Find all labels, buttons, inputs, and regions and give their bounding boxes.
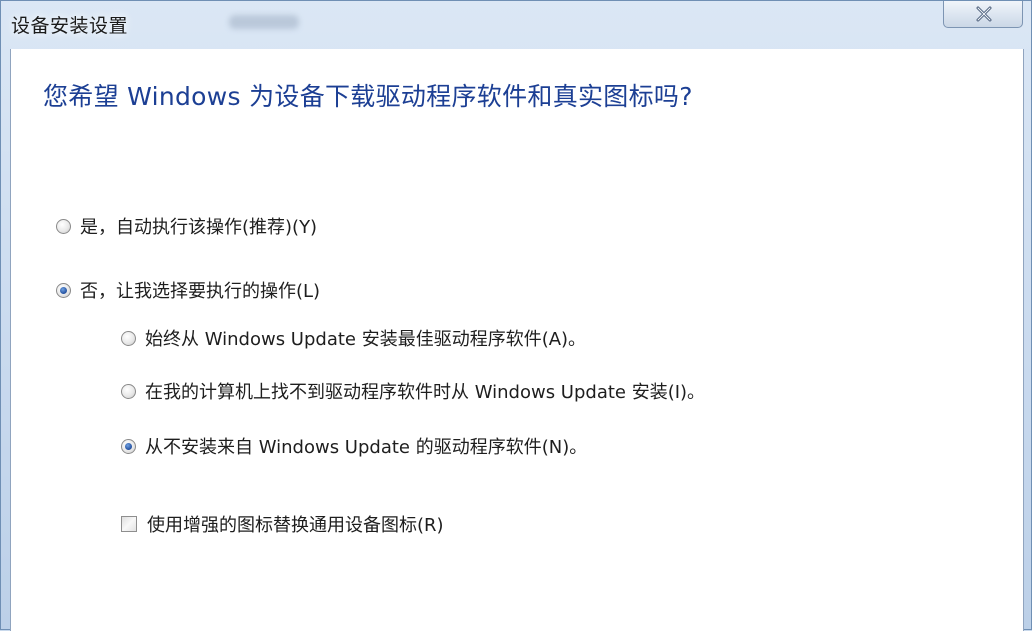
close-button[interactable] [943, 1, 1023, 28]
option-yes-label: 是，自动执行该操作(推荐)(Y) [80, 217, 318, 238]
dialog-window: 设备安装设置 您希望 Windows 为设备下载驱动程序软件和真实图标吗? 是，… [0, 0, 1032, 631]
dialog-content: 您希望 Windows 为设备下载驱动程序软件和真实图标吗? 是，自动执行该操作… [10, 49, 1024, 631]
close-icon [976, 6, 992, 22]
suboption-fallback-label: 在我的计算机上找不到驱动程序软件时从 Windows Update 安装(I)。 [145, 382, 706, 403]
radio-button[interactable] [56, 218, 71, 234]
suboption-always-label: 始终从 Windows Update 安装最佳驱动程序软件(A)。 [145, 329, 587, 350]
enhanced-icons-checkbox[interactable]: 使用增强的图标替换通用设备图标(R) [121, 511, 444, 537]
radio-button-selected[interactable] [56, 282, 71, 298]
suboption-never-radio[interactable]: 从不安装来自 Windows Update 的驱动程序软件(N)。 [121, 433, 587, 459]
option-no-radio[interactable]: 否，让我选择要执行的操作(L) [56, 277, 320, 303]
suboption-fallback-radio[interactable]: 在我的计算机上找不到驱动程序软件时从 Windows Update 安装(I)。 [121, 378, 705, 404]
blurred-background-text [229, 15, 299, 29]
radio-button[interactable] [121, 383, 136, 399]
option-yes-radio[interactable]: 是，自动执行该操作(推荐)(Y) [56, 213, 317, 239]
window-title: 设备安装设置 [11, 15, 129, 37]
checkbox[interactable] [121, 516, 137, 532]
radio-button-selected[interactable] [121, 438, 136, 454]
suboption-never-label: 从不安装来自 Windows Update 的驱动程序软件(N)。 [145, 437, 588, 458]
option-no-label: 否，让我选择要执行的操作(L) [80, 281, 321, 302]
radio-button[interactable] [121, 330, 136, 346]
enhanced-icons-label: 使用增强的图标替换通用设备图标(R) [147, 515, 444, 536]
question-heading: 您希望 Windows 为设备下载驱动程序软件和真实图标吗? [43, 82, 693, 111]
title-bar[interactable]: 设备安装设置 [1, 1, 1031, 47]
suboption-always-radio[interactable]: 始终从 Windows Update 安装最佳驱动程序软件(A)。 [121, 325, 586, 351]
